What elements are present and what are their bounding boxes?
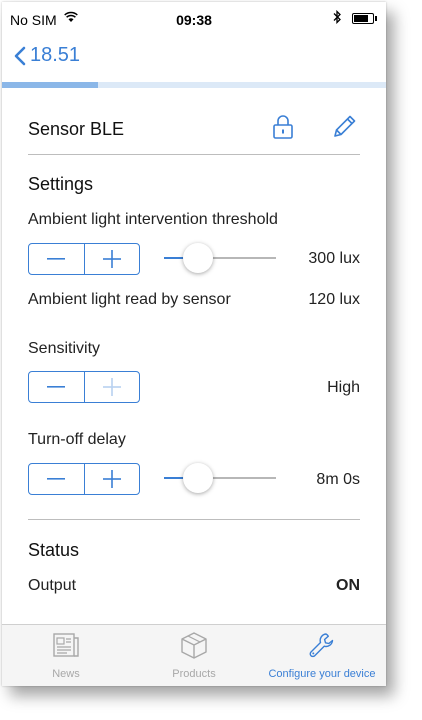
slider-thumb[interactable]	[183, 243, 213, 273]
navigation-bar: 18.51	[2, 32, 386, 82]
ambient-threshold-minus-button[interactable]	[29, 244, 84, 274]
ambient-read-label: Ambient light read by sensor	[28, 291, 231, 308]
lock-icon[interactable]	[272, 114, 294, 145]
ambient-threshold-slider[interactable]	[164, 243, 276, 273]
turnoff-delay-plus-button[interactable]	[83, 464, 140, 494]
back-label: 18.51	[30, 44, 81, 66]
tab-news-label: News	[52, 668, 80, 680]
ambient-threshold-label: Ambient light intervention threshold	[28, 211, 278, 228]
ambient-threshold-value: 300 lux	[308, 250, 360, 267]
tab-news[interactable]: News	[2, 631, 130, 680]
edit-pencil-icon[interactable]	[331, 114, 357, 145]
output-label: Output	[28, 577, 77, 594]
sensitivity-minus-button[interactable]	[29, 372, 84, 402]
status-time: 09:38	[176, 12, 212, 28]
turnoff-delay-stepper	[28, 463, 140, 495]
tab-products[interactable]: Products	[130, 631, 258, 680]
back-button[interactable]: 18.51	[14, 44, 80, 67]
section-divider	[28, 519, 360, 520]
sensitivity-stepper	[28, 371, 140, 403]
ambient-threshold-stepper	[28, 243, 140, 275]
wrench-icon	[307, 633, 337, 663]
sensitivity-value: High	[327, 379, 360, 396]
status-title: Status	[28, 540, 80, 560]
tab-bar: News Products Configure your device	[2, 624, 386, 686]
turnoff-delay-label: Turn-off delay	[28, 431, 126, 448]
turnoff-delay-value: 8m 0s	[316, 471, 360, 488]
sensitivity-label: Sensitivity	[28, 340, 101, 357]
app-frame: No SIM 09:38 18.51 Sensor BLE Settings A…	[2, 2, 386, 686]
battery-icon	[352, 13, 377, 24]
tab-products-label: Products	[172, 668, 216, 680]
device-name: Sensor BLE	[28, 119, 125, 139]
newspaper-icon	[51, 633, 81, 663]
box-icon	[179, 632, 209, 663]
ambient-read-value: 120 lux	[308, 291, 360, 308]
tab-configure-device[interactable]: Configure your device	[258, 631, 386, 680]
tab-configure-device-label: Configure your device	[268, 668, 376, 680]
sensitivity-plus-button[interactable]	[83, 372, 140, 402]
status-bar: No SIM 09:38	[2, 2, 386, 32]
turnoff-delay-slider[interactable]	[164, 463, 276, 493]
device-config-content: Sensor BLE Settings Ambient light interv…	[28, 88, 360, 594]
chevron-left-icon	[14, 46, 26, 65]
device-header: Sensor BLE	[28, 88, 360, 155]
output-value: ON	[336, 577, 360, 594]
bluetooth-icon	[332, 9, 342, 27]
slider-thumb[interactable]	[183, 463, 213, 493]
ambient-threshold-plus-button[interactable]	[83, 244, 140, 274]
turnoff-delay-minus-button[interactable]	[29, 464, 84, 494]
settings-title: Settings	[28, 174, 94, 194]
